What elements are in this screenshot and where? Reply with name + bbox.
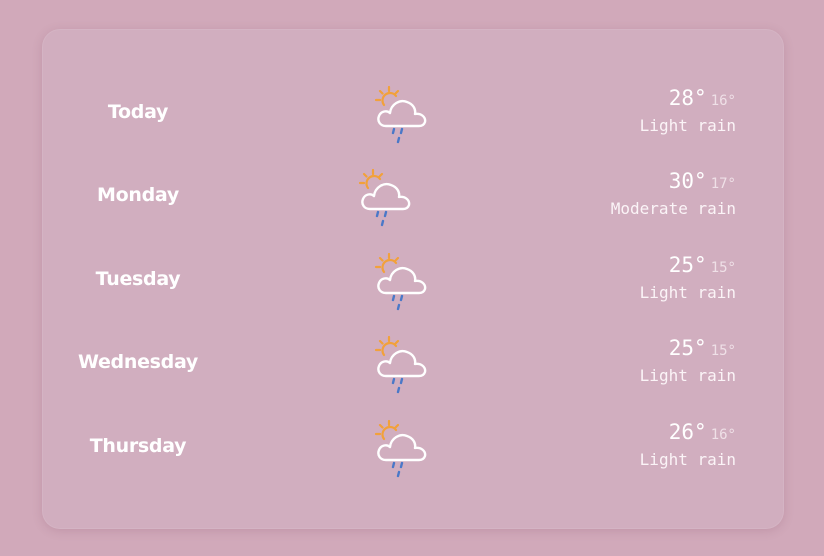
high-temp: 28° [668,86,707,110]
partly-sunny-rain-icon [374,335,427,394]
low-temp: 16° [710,427,736,443]
temperature-block: 25° 15° Light rain [640,336,736,387]
partly-sunny-rain-icon [374,252,427,311]
condition-text: Light rain [639,283,736,302]
day-label: Wednesday [77,351,199,373]
partly-sunny-rain-icon [358,168,411,227]
high-temp: 25° [668,336,707,360]
temperature-block: 26° 16° Light rain [640,420,736,471]
day-label: Today [107,101,169,123]
partly-sunny-rain-icon [374,419,427,478]
day-label: Monday [97,184,179,206]
condition-text: Moderate rain [610,199,736,218]
condition-text: Light rain [639,450,736,469]
forecast-panel: Today 28° 16° Light rain Monday 30° 17° … [42,29,784,529]
forecast-row-monday: Monday 30° 17° Moderate rain [42,155,784,235]
forecast-row-tuesday: Tuesday 25° 15° Light rain [42,239,784,319]
temperature-block: 25° 15° Light rain [640,253,736,304]
forecast-row-thursday: Thursday 26° 16° Light rain [42,406,784,486]
day-label: Thursday [89,435,187,457]
day-label: Tuesday [95,268,181,290]
high-temp: 26° [668,420,707,444]
condition-text: Light rain [639,116,736,135]
temperature-block: 28° 16° Light rain [640,86,736,137]
high-temp: 25° [668,253,707,277]
forecast-row-wednesday: Wednesday 25° 15° Light rain [42,322,784,402]
high-temp: 30° [668,169,707,193]
low-temp: 15° [710,260,736,276]
forecast-row-today: Today 28° 16° Light rain [42,72,784,152]
low-temp: 16° [710,93,736,109]
condition-text: Light rain [639,366,736,385]
low-temp: 17° [710,176,736,192]
low-temp: 15° [710,343,736,359]
partly-sunny-rain-icon [374,85,427,144]
temperature-block: 30° 17° Moderate rain [611,169,736,220]
